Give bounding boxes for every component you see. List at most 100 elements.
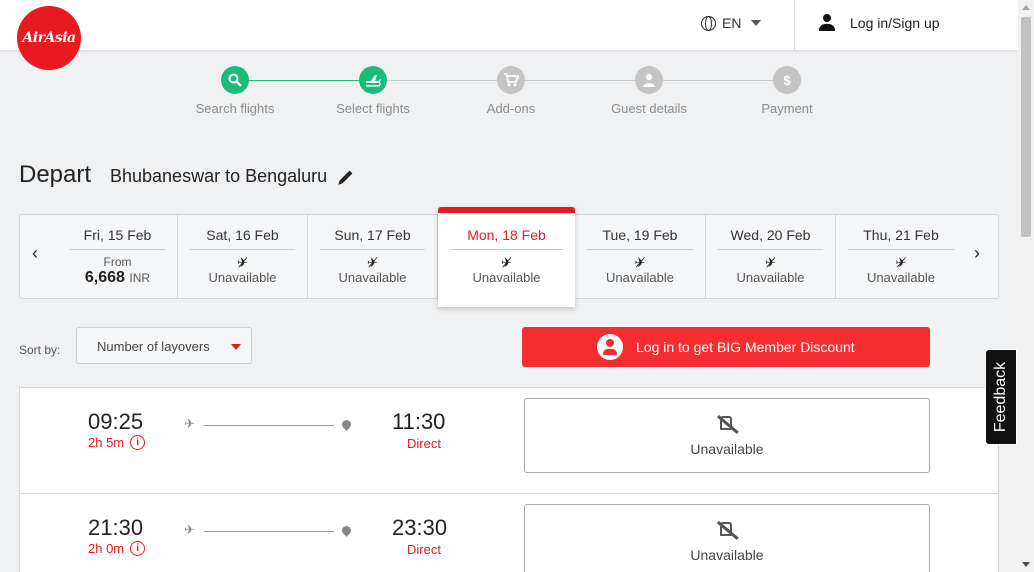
stops-label: Direct — [407, 436, 441, 451]
step-label: Payment — [761, 101, 813, 116]
stops-label: Direct — [407, 542, 441, 557]
no-flight-icon: ✈̸ — [501, 255, 512, 270]
feedback-label: Feedback — [992, 361, 1010, 433]
top-header: EN Log in/Sign up — [0, 0, 1018, 50]
flight-row: 09:25 2h 5m i ✈ 11:30 Direct Unavailable — [20, 388, 998, 494]
date-option[interactable]: Fri, 15 Feb From 6,668 INR — [58, 215, 178, 298]
departure-time: 09:25 — [88, 409, 144, 434]
chevron-left-icon[interactable]: ‹ — [32, 244, 44, 262]
sort-label: Sort by: — [19, 343, 61, 357]
status-label: Unavailable — [606, 270, 674, 285]
plane-icon: ✈ — [184, 416, 195, 431]
page-scrollbar[interactable] — [1018, 0, 1034, 572]
status-label: Unavailable — [338, 270, 407, 285]
step-label: Search flights — [195, 101, 275, 116]
date-option[interactable]: Thu, 21 Feb ✈̸ Unavailable — [836, 215, 966, 298]
step-search-flights[interactable]: Search flights — [165, 66, 305, 116]
cart-icon — [497, 66, 525, 94]
status-label: Unavailable — [472, 270, 541, 285]
route-connector — [204, 531, 334, 532]
login-label: Log in/Sign up — [850, 15, 940, 31]
step-payment[interactable]: $ Payment — [717, 66, 857, 116]
route-line: ✈ — [184, 416, 354, 432]
status-label: Unavailable — [867, 270, 935, 285]
no-flight-icon: ✈̸ — [895, 255, 907, 270]
chevron-right-icon[interactable]: › — [974, 244, 986, 262]
sort-value: Number of layovers — [97, 339, 210, 354]
date-option[interactable]: Sat, 16 Feb ✈̸ Unavailable — [178, 215, 308, 298]
page-title: Depart — [19, 161, 92, 188]
fare-option[interactable]: Unavailable — [524, 398, 930, 473]
scroll-thumb[interactable] — [1021, 17, 1031, 237]
date-label: Tue, 19 Feb — [587, 227, 693, 250]
no-flight-icon: ✈̸ — [367, 255, 378, 270]
departure-time: 21:30 — [88, 515, 144, 540]
no-flight-icon: ✈̸ — [634, 255, 646, 270]
airasia-logo[interactable]: AirAsia — [17, 6, 81, 70]
step-label: Guest details — [611, 101, 687, 116]
step-add-ons[interactable]: Add-ons — [441, 66, 581, 116]
login-button[interactable]: Log in/Sign up — [818, 14, 940, 32]
date-label: Wed, 20 Feb — [718, 227, 823, 250]
scroll-down-icon[interactable] — [1022, 562, 1030, 567]
route-label: Bhubaneswar to Bengaluru — [110, 166, 328, 186]
info-icon[interactable]: i — [130, 435, 146, 450]
location-pin-icon — [340, 418, 353, 431]
seat-unavailable-icon — [715, 413, 739, 435]
language-selector[interactable]: EN — [701, 15, 762, 31]
date-option[interactable]: Wed, 20 Feb ✈̸ Unavailable — [706, 215, 836, 298]
info-icon[interactable]: i — [130, 541, 146, 556]
fare-status: Unavailable — [690, 547, 764, 563]
sort-dropdown[interactable]: Number of layovers — [76, 327, 252, 364]
user-icon — [818, 14, 836, 32]
seat-unavailable-icon — [715, 519, 739, 541]
flight-duration: 2h 5m i — [88, 435, 146, 450]
route-line: ✈ — [184, 522, 354, 538]
date-label: Thu, 21 Feb — [848, 227, 954, 250]
chevron-down-icon — [751, 20, 762, 26]
step-label: Add-ons — [486, 101, 536, 116]
date-selector: ‹ Fri, 15 Feb From 6,668 INR Sat, 16 Feb… — [19, 207, 999, 307]
date-label: Fri, 15 Feb — [70, 227, 165, 250]
step-select-flights[interactable]: Select flights — [303, 66, 443, 116]
language-label: EN — [722, 15, 742, 31]
arrival-time: 11:30 — [392, 409, 446, 434]
edit-icon[interactable] — [339, 170, 353, 183]
flight-row: 21:30 2h 0m i ✈ 23:30 Direct Unavailable — [20, 494, 998, 572]
flight-duration: 2h 0m i — [88, 541, 146, 556]
search-icon — [221, 66, 249, 94]
from-label: From — [103, 255, 132, 269]
flight-list: 09:25 2h 5m i ✈ 11:30 Direct Unavailable… — [19, 387, 999, 572]
no-flight-icon: ✈̸ — [765, 255, 776, 270]
step-guest-details[interactable]: Guest details — [579, 66, 719, 116]
date-option[interactable]: Sun, 17 Feb ✈̸ Unavailable — [308, 215, 438, 298]
header-divider — [794, 0, 795, 50]
route-connector — [204, 425, 334, 426]
plane-icon: ✈ — [184, 522, 195, 537]
person-icon — [635, 66, 663, 94]
no-flight-icon: ✈̸ — [237, 255, 248, 270]
date-label: Mon, 18 Feb — [450, 227, 563, 250]
globe-icon — [701, 15, 716, 31]
arrival-time: 23:30 — [392, 515, 448, 540]
status-label: Unavailable — [208, 270, 277, 285]
caret-down-icon — [231, 344, 241, 350]
date-label: Sat, 16 Feb — [190, 227, 295, 250]
price-value: 6,668 INR — [84, 269, 151, 286]
account-icon — [597, 334, 623, 360]
location-pin-icon — [340, 524, 353, 537]
dollar-icon: $ — [773, 66, 801, 94]
fare-option[interactable]: Unavailable — [524, 504, 930, 572]
date-option-selected[interactable]: Mon, 18 Feb ✈̸ Unavailable — [438, 207, 575, 307]
booking-stepper: Search flights Select flights Add-ons Gu… — [0, 62, 1018, 122]
scroll-up-icon[interactable] — [1022, 5, 1030, 10]
date-option[interactable]: Tue, 19 Feb ✈̸ Unavailable — [575, 215, 706, 298]
plane-icon — [359, 66, 387, 94]
step-label: Select flights — [336, 101, 410, 116]
fare-status: Unavailable — [690, 441, 764, 457]
status-label: Unavailable — [736, 270, 805, 285]
discount-label: Log in to get BIG Member Discount — [636, 339, 855, 355]
feedback-tab[interactable]: Feedback — [985, 349, 1017, 445]
route-title: Bhubaneswar to Bengaluru — [110, 166, 353, 187]
member-discount-button[interactable]: Log in to get BIG Member Discount — [522, 327, 930, 367]
